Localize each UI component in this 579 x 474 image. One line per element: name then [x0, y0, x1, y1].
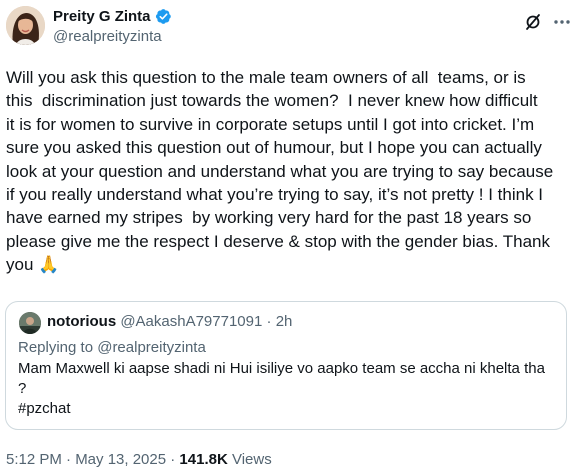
- author-name-row: Preity G Zinta: [53, 8, 172, 25]
- quoted-replying-to: Replying to @realpreityzinta: [18, 339, 206, 356]
- views-label: Views: [227, 451, 272, 468]
- post-text: Will you ask this question to the male t…: [6, 68, 554, 275]
- quoted-handle[interactable]: @AakashA79771091: [120, 313, 262, 330]
- quoted-post-card[interactable]: notorious @AakashA79771091 · 2h Replying…: [5, 301, 567, 430]
- more-options-icon[interactable]: [552, 12, 572, 32]
- author-handle[interactable]: @realpreityzinta: [53, 28, 162, 45]
- author-avatar[interactable]: [6, 6, 45, 45]
- post-header: Preity G Zinta @realpreityzinta: [0, 0, 579, 62]
- post-timestamp[interactable]: 5:12 PM · May 13, 2025 ·: [6, 451, 179, 468]
- quoted-author-row: notorious @AakashA79771091 · 2h: [47, 313, 292, 330]
- views-count: 141.8K: [179, 451, 228, 468]
- quoted-time[interactable]: 2h: [276, 313, 293, 330]
- quoted-separator: ·: [266, 313, 276, 330]
- quoted-display-name[interactable]: notorious: [47, 313, 116, 330]
- grok-icon[interactable]: [523, 12, 543, 32]
- post-meta: 5:12 PM · May 13, 2025 · 141.8K Views: [6, 451, 272, 468]
- verified-badge-icon: [155, 9, 171, 24]
- author-display-name[interactable]: Preity G Zinta: [53, 8, 151, 25]
- quoted-author-avatar[interactable]: [19, 312, 41, 334]
- quoted-post-text: Mam Maxwell ki aapse shadi ni Hui isiliy…: [18, 360, 545, 417]
